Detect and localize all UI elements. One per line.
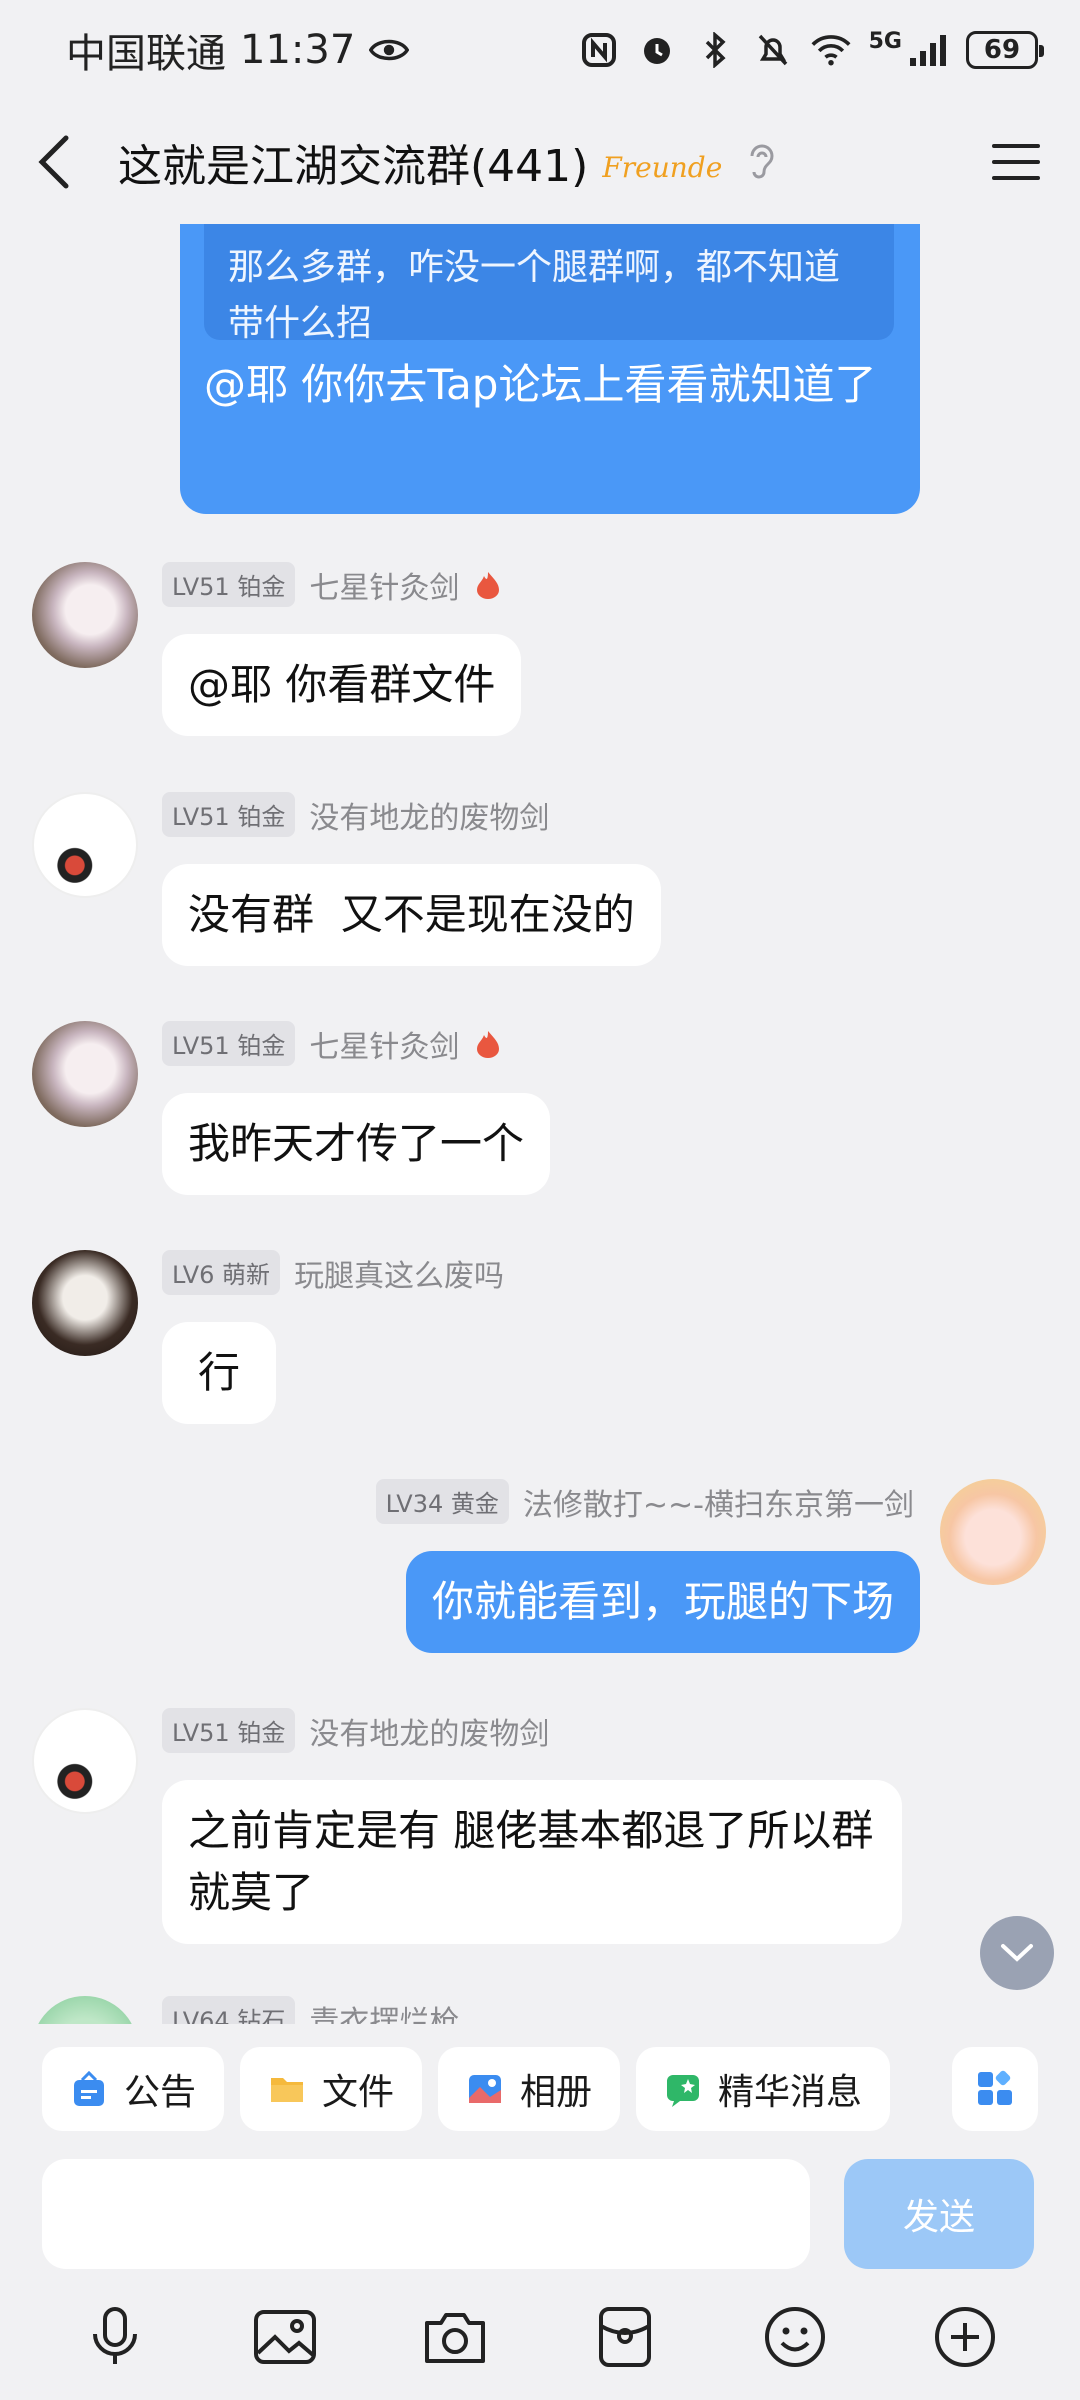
message-bubble[interactable]: 你就能看到，玩腿的下场 (405, 1551, 920, 1653)
avatar[interactable] (32, 1996, 138, 2024)
sender-name[interactable]: 青衣摆烂枪 (309, 1997, 459, 2025)
shortcut-label: 公告 (124, 2072, 197, 2113)
nfc-icon (579, 30, 619, 70)
flame-icon (477, 571, 500, 599)
avatar[interactable] (32, 1250, 138, 1356)
menu-line (992, 176, 1040, 180)
battery-icon: 69 (966, 31, 1044, 69)
avatar[interactable] (32, 1708, 138, 1814)
sender-name[interactable]: 玩腿真这么废吗 (294, 1251, 504, 1295)
eye-icon (369, 30, 410, 70)
camera-icon (425, 2313, 485, 2363)
self-message-bubble[interactable]: 那么多群，咋没一个腿群啊，都不知道带什么招 @耶 你你去Tap论坛上看看就知道了 (180, 224, 920, 514)
sender-name[interactable]: 法修散打~~-横扫东京第一剑 (523, 1480, 914, 1524)
level-badge: LV6 萌新 (162, 1250, 281, 1295)
essence-icon (667, 2075, 700, 2107)
shortcut-album[interactable]: 相册 (438, 2047, 621, 2131)
battery-level: 69 (983, 35, 1021, 65)
flame-icon (477, 1030, 500, 1058)
status-left: 中国联通 11:37 (66, 21, 410, 79)
level-badge: LV51 铂金 (162, 1708, 296, 1753)
menu-line (992, 144, 1040, 148)
shortcut-essence[interactable]: 精华消息 (636, 2047, 891, 2131)
announcement-icon (74, 2070, 104, 2106)
bottom-toolbar (0, 2274, 1080, 2400)
sender-name[interactable]: 七星针灸剑 (309, 563, 459, 607)
bluetooth-icon (695, 30, 735, 70)
message-bubble[interactable]: 没有群 又不是现在没的 (162, 864, 661, 966)
avatar[interactable] (940, 1479, 1046, 1585)
avatar[interactable] (32, 792, 138, 898)
chat-area[interactable]: 那么多群，咋没一个腿群啊，都不知道带什么招 @耶 你你去Tap论坛上看看就知道了… (0, 224, 1080, 2024)
sender-row: LV51 铂金 没有地龙的废物剑 (162, 792, 549, 837)
album-icon (469, 2075, 502, 2103)
mute-bell-icon (753, 30, 793, 70)
plus-icon (935, 2307, 995, 2367)
more-button[interactable] (932, 2304, 998, 2370)
scroll-to-bottom-button[interactable] (980, 1916, 1054, 1990)
sender-row: LV51 铂金 没有地龙的废物剑 (162, 1708, 549, 1753)
group-title[interactable]: 这就是江湖交流群(441) (118, 130, 588, 194)
shortcut-label: 文件 (322, 2072, 395, 2113)
send-button[interactable]: 发送 (844, 2159, 1034, 2269)
image-icon (254, 2310, 316, 2364)
emoji-icon (765, 2307, 825, 2367)
back-button[interactable] (36, 132, 84, 192)
shortcut-label: 相册 (520, 2072, 593, 2113)
shortcut-files[interactable]: 文件 (240, 2047, 423, 2131)
avatar[interactable] (32, 1021, 138, 1127)
red-packet-icon (599, 2307, 651, 2367)
carrier-label: 中国联通 (66, 31, 226, 77)
message-text: @耶 你你去Tap论坛上看看就知道了 (204, 360, 877, 409)
gallery-button[interactable] (252, 2304, 318, 2370)
voice-button[interactable] (82, 2304, 148, 2370)
apps-button[interactable] (952, 2047, 1038, 2131)
sender-row: LV51 铂金 七星针灸剑 (162, 562, 503, 607)
sender-name[interactable]: 没有地龙的废物剑 (309, 1709, 549, 1753)
time-label: 11:37 (240, 27, 356, 73)
level-badge: LV34 黄金 (375, 1479, 509, 1524)
chevron-down-icon (1001, 1944, 1033, 1962)
input-row: 发送 (0, 2154, 1080, 2274)
message-bubble[interactable]: 之前肯定是有 腿佬基本都退了所以群就莫了 (162, 1780, 902, 1944)
level-badge: LV51 铂金 (162, 562, 296, 607)
signal-icon (908, 30, 948, 70)
ear-icon (744, 142, 778, 182)
message-bubble[interactable]: 我昨天才传了一个 (162, 1093, 551, 1195)
network-label: 5G (868, 28, 902, 54)
sender-row: LV51 铂金 七星针灸剑 (162, 1021, 503, 1066)
group-badge: Freunde (602, 150, 723, 184)
shortcut-label: 精华消息 (718, 2072, 863, 2113)
level-badge: LV51 铂金 (162, 1021, 296, 1066)
sender-row: LV34 黄金 法修散打~~-横扫东京第一剑 (375, 1479, 914, 1524)
menu-line (992, 160, 1040, 164)
sender-row: LV64 钻石 青衣摆烂枪 (162, 1996, 459, 2024)
shortcut-announcement[interactable]: 公告 (42, 2047, 225, 2131)
chevron-left-icon (38, 135, 69, 189)
message-bubble[interactable]: @耶 你看群文件 (162, 634, 522, 736)
microphone-icon (93, 2307, 137, 2364)
shortcut-bar: 公告 文件 相册 精华消息 (0, 2024, 1080, 2154)
sender-name[interactable]: 七星针灸剑 (309, 1022, 459, 1066)
status-bar: 中国联通 11:37 5G 69 (0, 0, 1080, 100)
wifi-icon (811, 30, 851, 70)
sender-name[interactable]: 没有地龙的废物剑 (309, 793, 549, 837)
level-badge: LV64 钻石 (162, 1996, 296, 2024)
apps-grid-icon (978, 2070, 1012, 2105)
sender-row: LV6 萌新 玩腿真这么废吗 (162, 1250, 504, 1295)
camera-button[interactable] (422, 2304, 488, 2370)
avatar[interactable] (32, 562, 138, 668)
message-input[interactable] (42, 2159, 810, 2269)
red-packet-button[interactable] (592, 2304, 658, 2370)
alarm-icon (637, 30, 677, 70)
folder-icon (271, 2078, 304, 2102)
level-badge: LV51 铂金 (162, 792, 296, 837)
chat-header: 这就是江湖交流群(441) Freunde (0, 100, 1080, 224)
emoji-button[interactable] (762, 2304, 828, 2370)
menu-button[interactable] (988, 138, 1044, 186)
quoted-message[interactable]: 那么多群，咋没一个腿群啊，都不知道带什么招 (204, 224, 894, 344)
status-right: 5G 69 (579, 28, 1044, 70)
message-bubble[interactable]: 行 (162, 1322, 277, 1424)
